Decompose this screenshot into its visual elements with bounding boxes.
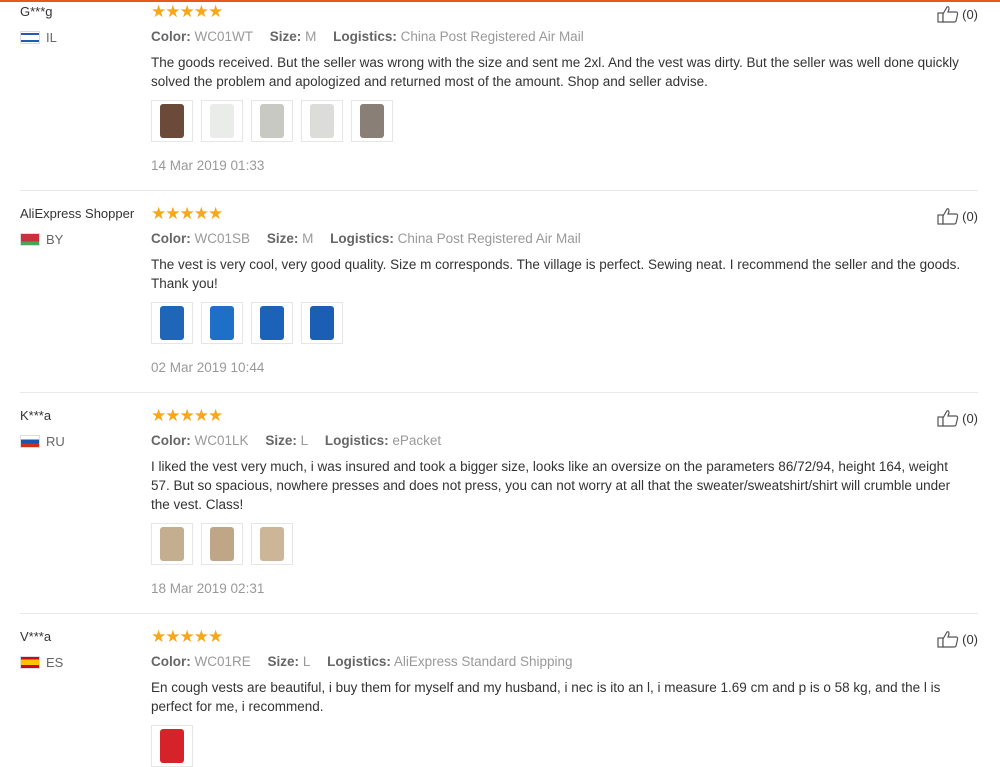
review-photos: [151, 523, 981, 565]
country-code: RU: [46, 434, 65, 449]
color-value: WC01SB: [194, 231, 251, 246]
country-code: IL: [46, 30, 57, 45]
review-photo-thumbnail[interactable]: [251, 523, 293, 565]
review-photo-thumbnail[interactable]: [301, 100, 343, 142]
size-value: M: [305, 29, 317, 44]
size-label: Size:: [266, 231, 299, 246]
review-item: V***a ES ★★★★★ Color: WC01RE Size: L Log…: [20, 614, 978, 767]
reviewer-country: ES: [20, 655, 63, 670]
star-rating: ★★★★★: [151, 2, 223, 21]
review-date: 18 Mar 2019 02:31: [151, 581, 265, 596]
review-date: 02 Mar 2019 10:44: [151, 360, 265, 375]
reviewer-info: V***a ES: [20, 628, 63, 670]
helpful-count: (0): [962, 208, 978, 224]
logistics-value: AliExpress Standard Shipping: [393, 654, 573, 669]
review-item: AliExpress Shopper BY ★★★★★ Color: WC01S…: [20, 191, 978, 393]
helpful-button[interactable]: (0): [937, 630, 978, 648]
logistics-value: China Post Registered Air Mail: [397, 231, 581, 246]
review-photo-thumbnail[interactable]: [251, 100, 293, 142]
helpful-button[interactable]: (0): [937, 5, 978, 23]
logistics-label: Logistics:: [324, 433, 389, 448]
review-content: ★★★★★ Color: WC01WT Size: M Logistics: C…: [151, 3, 981, 173]
color-label: Color:: [151, 231, 191, 246]
review-photos: [151, 100, 981, 142]
thumbs-up-icon: [937, 410, 959, 427]
review-date: 14 Mar 2019 01:33: [151, 158, 265, 173]
reviewer-country: IL: [20, 30, 57, 45]
reviewer-name: K***a: [20, 408, 52, 423]
logistics-label: Logistics:: [330, 231, 394, 246]
helpful-button[interactable]: (0): [937, 207, 978, 225]
review-text: En cough vests are beautiful, i buy them…: [151, 680, 941, 714]
review-photo-thumbnail[interactable]: [301, 302, 343, 344]
review-photo-thumbnail[interactable]: [201, 302, 243, 344]
order-info: Color: WC01RE Size: L Logistics: AliExpr…: [151, 652, 981, 672]
review-photo-thumbnail[interactable]: [151, 523, 193, 565]
reviewer-country: RU: [20, 434, 65, 449]
star-rating: ★★★★★: [151, 406, 223, 425]
review-text: The goods received. But the seller was w…: [151, 55, 959, 89]
logistics-label: Logistics:: [333, 29, 397, 44]
spain-flag-icon: [20, 656, 40, 669]
color-value: WC01WT: [194, 29, 254, 44]
country-code: BY: [46, 232, 64, 247]
thumbs-up-icon: [937, 631, 959, 648]
thumbs-up-icon: [937, 208, 959, 225]
country-code: ES: [46, 655, 64, 670]
color-value: WC01LK: [194, 433, 249, 448]
review-text: The vest is very cool, very good quality…: [151, 257, 961, 291]
logistics-value: ePacket: [392, 433, 442, 448]
reviewer-name: AliExpress Shopper: [20, 206, 135, 221]
order-info: Color: WC01WT Size: M Logistics: China P…: [151, 27, 981, 47]
star-rating: ★★★★★: [151, 204, 223, 223]
color-value: WC01RE: [194, 654, 251, 669]
review-photo-thumbnail[interactable]: [201, 100, 243, 142]
review-photo-thumbnail[interactable]: [151, 100, 193, 142]
order-info: Color: WC01LK Size: L Logistics: ePacket: [151, 431, 981, 451]
size-value: L: [302, 654, 311, 669]
review-photo-thumbnail[interactable]: [151, 302, 193, 344]
star-rating: ★★★★★: [151, 627, 223, 646]
helpful-button[interactable]: (0): [937, 409, 978, 427]
size-label: Size:: [265, 433, 297, 448]
reviewer-country: BY: [20, 232, 134, 247]
review-text: I liked the vest very much, i was insure…: [151, 459, 951, 512]
reviewer-info: AliExpress Shopper BY: [20, 205, 134, 247]
reviewer-info: G***g IL: [20, 0, 57, 45]
reviewer-name: G***g: [20, 4, 53, 19]
review-content: ★★★★★ Color: WC01LK Size: L Logistics: e…: [151, 407, 981, 596]
review-item: G***g IL ★★★★★ Color: WC01WT Size: M Log…: [20, 0, 978, 191]
helpful-count: (0): [962, 6, 978, 22]
review-content: ★★★★★ Color: WC01SB Size: M Logistics: C…: [151, 205, 981, 375]
reviewer-name: V***a: [20, 629, 52, 644]
russia-flag-icon: [20, 435, 40, 448]
review-item: K***a RU ★★★★★ Color: WC01LK Size: L Log…: [20, 393, 978, 614]
review-photos: [151, 302, 981, 344]
review-content: ★★★★★ Color: WC01RE Size: L Logistics: A…: [151, 628, 981, 767]
color-label: Color:: [151, 29, 191, 44]
thumbs-up-icon: [937, 6, 959, 23]
belarus-flag-icon: [20, 233, 40, 246]
logistics-value: China Post Registered Air Mail: [400, 29, 584, 44]
israel-flag-icon: [20, 31, 40, 44]
size-label: Size:: [269, 29, 302, 44]
size-value: M: [302, 231, 314, 246]
color-label: Color:: [151, 433, 191, 448]
review-photo-thumbnail[interactable]: [201, 523, 243, 565]
review-photo-thumbnail[interactable]: [151, 725, 193, 767]
size-value: L: [300, 433, 309, 448]
review-photo-thumbnail[interactable]: [251, 302, 293, 344]
logistics-label: Logistics:: [327, 654, 391, 669]
size-label: Size:: [267, 654, 300, 669]
helpful-count: (0): [962, 631, 978, 647]
review-photos: [151, 725, 981, 767]
review-photo-thumbnail[interactable]: [351, 100, 393, 142]
helpful-count: (0): [962, 410, 978, 426]
reviewer-info: K***a RU: [20, 407, 65, 449]
color-label: Color:: [151, 654, 191, 669]
order-info: Color: WC01SB Size: M Logistics: China P…: [151, 229, 981, 249]
